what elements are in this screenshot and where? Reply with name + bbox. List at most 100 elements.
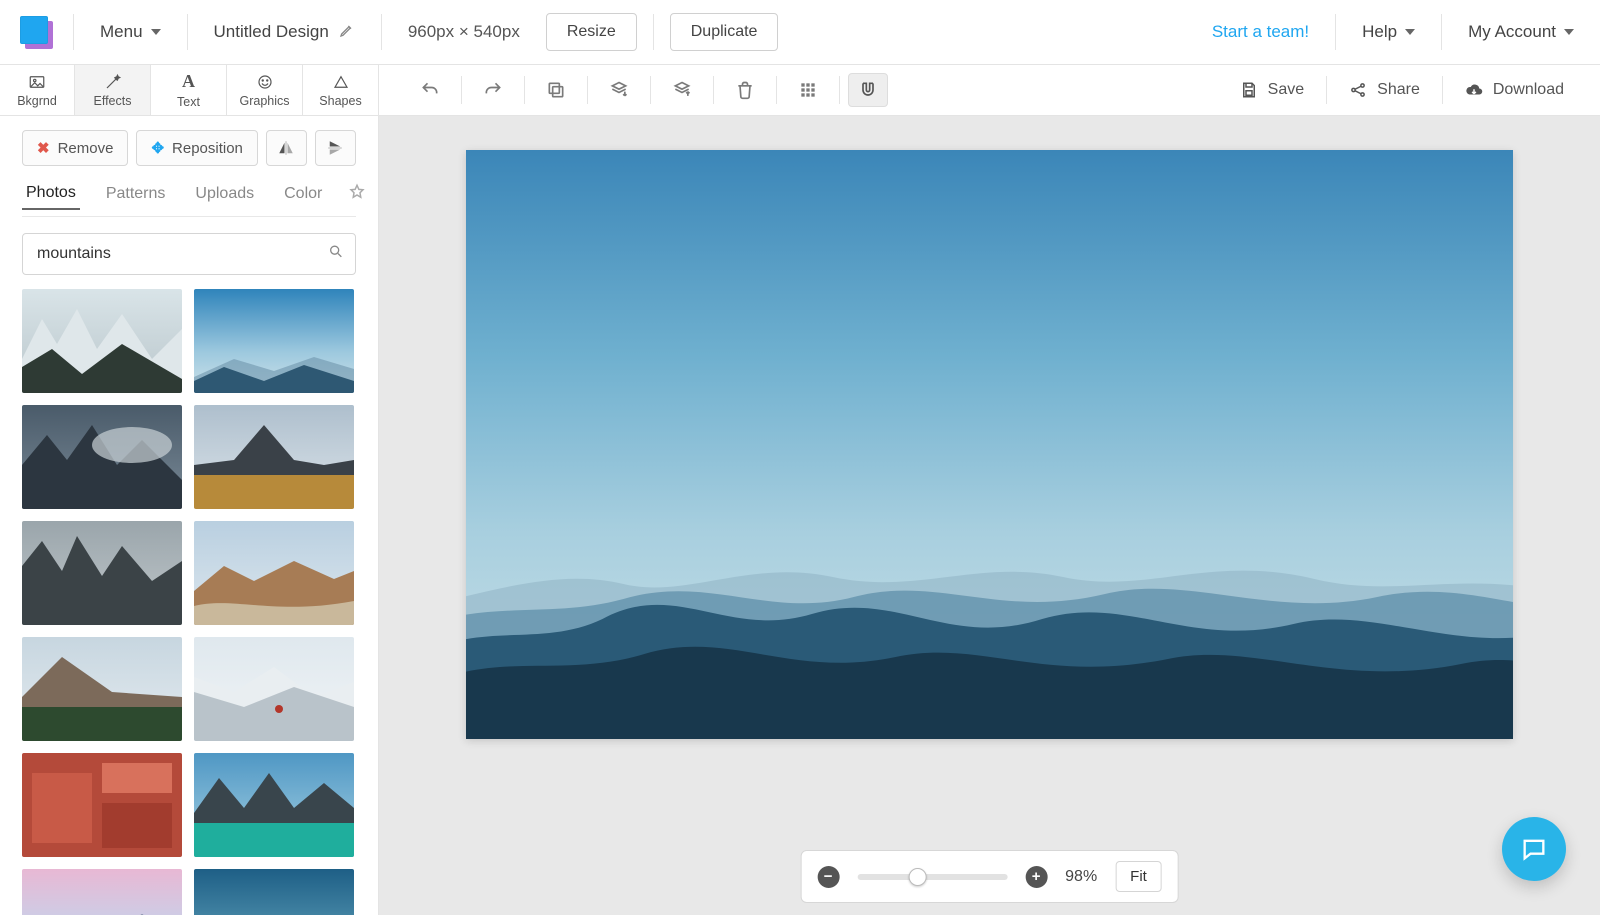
photo-thumb[interactable] <box>194 289 354 393</box>
tab-shapes[interactable]: Shapes <box>303 65 379 115</box>
tab-graphics[interactable]: Graphics <box>227 65 303 115</box>
smile-icon <box>256 73 274 91</box>
subtab-photos[interactable]: Photos <box>22 178 80 210</box>
caret-down-icon <box>151 29 161 35</box>
duplicate-button[interactable]: Duplicate <box>670 13 779 51</box>
search-icon[interactable] <box>328 244 344 265</box>
layer-up-button[interactable] <box>651 65 713 116</box>
redo-button[interactable] <box>462 65 524 116</box>
snap-toggle[interactable] <box>848 73 888 107</box>
menu-label: Menu <box>100 22 143 42</box>
subtab-uploads[interactable]: Uploads <box>191 179 258 209</box>
toolbar-right: Save Share Download <box>1218 65 1600 115</box>
canvas-dimensions: 960px × 540px <box>382 22 546 42</box>
photo-thumb[interactable] <box>22 405 182 509</box>
remove-button[interactable]: ✖ Remove <box>22 130 128 166</box>
zoom-fit-button[interactable]: Fit <box>1115 861 1162 892</box>
star-icon <box>348 183 366 201</box>
zoom-in-button[interactable]: + <box>1025 866 1047 888</box>
move-icon: ✥ <box>151 139 164 157</box>
chat-icon <box>1520 835 1548 863</box>
photo-thumb[interactable] <box>22 753 182 857</box>
tab-background-label: Bkgrnd <box>17 94 57 108</box>
text-icon: A <box>182 71 195 92</box>
image-icon <box>28 73 46 91</box>
zoom-percent: 98% <box>1065 868 1097 886</box>
tab-shapes-label: Shapes <box>319 94 361 108</box>
photo-thumb[interactable] <box>22 869 182 915</box>
top-header-right: Start a team! Help My Account <box>1186 0 1600 64</box>
sidebar-action-row: ✖ Remove ✥ Reposition <box>22 130 356 166</box>
photo-thumb[interactable] <box>22 521 182 625</box>
remove-icon: ✖ <box>37 139 50 157</box>
zoom-out-button[interactable]: − <box>817 866 839 888</box>
save-label: Save <box>1268 81 1304 99</box>
caret-down-icon <box>1405 29 1415 35</box>
photo-thumb[interactable] <box>194 521 354 625</box>
share-icon <box>1349 81 1367 99</box>
start-team-link[interactable]: Start a team! <box>1186 22 1335 42</box>
help-label: Help <box>1362 22 1397 42</box>
photo-results <box>22 289 356 915</box>
share-button[interactable]: Share <box>1327 81 1442 99</box>
app-logo[interactable] <box>20 16 53 49</box>
zoom-slider-knob[interactable] <box>908 868 926 886</box>
remove-label: Remove <box>58 140 114 157</box>
subtab-patterns[interactable]: Patterns <box>102 179 170 209</box>
resize-button[interactable]: Resize <box>546 13 637 51</box>
sidebar-subtabs: Photos Patterns Uploads Color <box>22 178 356 217</box>
zoom-control: − + 98% Fit <box>800 850 1179 903</box>
mountain-layer <box>466 599 1513 739</box>
photo-thumb[interactable] <box>22 289 182 393</box>
tab-text[interactable]: A Text <box>151 65 227 115</box>
reposition-label: Reposition <box>172 140 243 157</box>
menu-dropdown[interactable]: Menu <box>74 0 187 64</box>
layer-down-button[interactable] <box>588 65 650 116</box>
design-title[interactable]: Untitled Design <box>188 22 381 43</box>
copy-button[interactable] <box>525 65 587 116</box>
download-label: Download <box>1493 81 1564 99</box>
delete-button[interactable] <box>714 65 776 116</box>
favorites-button[interactable] <box>348 183 366 206</box>
subtab-color[interactable]: Color <box>280 179 326 209</box>
photo-thumb[interactable] <box>194 869 354 915</box>
divider <box>839 76 840 104</box>
canvas-area[interactable]: − + 98% Fit <box>379 116 1600 915</box>
flip-vertical-icon <box>326 139 344 157</box>
top-header-left: Menu Untitled Design 960px × 540px Resiz… <box>0 0 794 64</box>
account-dropdown[interactable]: My Account <box>1442 22 1600 42</box>
share-label: Share <box>1377 81 1420 99</box>
cloud-download-icon <box>1465 81 1483 99</box>
tab-effects[interactable]: Effects <box>75 65 151 115</box>
toolbar-center-icons <box>379 65 896 115</box>
search-wrap <box>22 233 356 275</box>
photo-thumb[interactable] <box>194 753 354 857</box>
toolbar: Bkgrnd Effects A Text Graphics Shapes <box>0 65 1600 116</box>
flip-vertical-button[interactable] <box>315 130 356 166</box>
divider <box>653 14 654 50</box>
main: ✖ Remove ✥ Reposition Photos Patterns Up… <box>0 116 1600 915</box>
save-button[interactable]: Save <box>1218 81 1326 99</box>
reposition-button[interactable]: ✥ Reposition <box>136 130 257 166</box>
zoom-slider[interactable] <box>857 874 1007 880</box>
pencil-icon <box>339 22 355 43</box>
flip-horizontal-button[interactable] <box>266 130 307 166</box>
download-button[interactable]: Download <box>1443 81 1586 99</box>
photo-thumb[interactable] <box>194 637 354 741</box>
caret-down-icon <box>1564 29 1574 35</box>
search-input[interactable] <box>22 233 356 275</box>
tab-text-label: Text <box>177 95 200 109</box>
design-title-text: Untitled Design <box>214 22 329 42</box>
triangle-icon <box>332 73 350 91</box>
tab-background[interactable]: Bkgrnd <box>0 65 75 115</box>
artboard[interactable] <box>466 150 1513 739</box>
help-dropdown[interactable]: Help <box>1336 22 1441 42</box>
photo-thumb[interactable] <box>194 405 354 509</box>
help-chat-button[interactable] <box>1502 817 1566 881</box>
account-label: My Account <box>1468 22 1556 42</box>
wand-icon <box>104 73 122 91</box>
grid-button[interactable] <box>777 65 839 116</box>
start-team-label: Start a team! <box>1212 22 1309 42</box>
photo-thumb[interactable] <box>22 637 182 741</box>
undo-button[interactable] <box>399 65 461 116</box>
